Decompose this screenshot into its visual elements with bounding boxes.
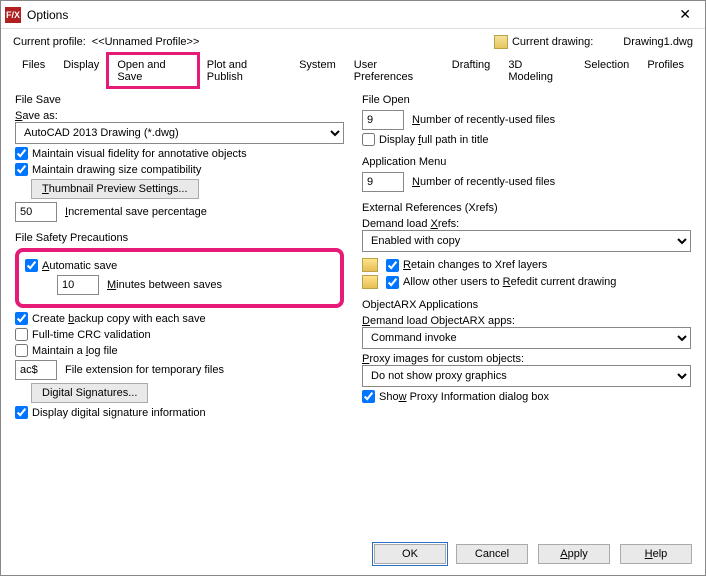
full-path-checkbox[interactable] (362, 133, 375, 146)
show-proxy-checkbox[interactable] (362, 390, 375, 403)
current-profile-value: <<Unnamed Profile>> (92, 36, 494, 48)
temp-ext-label: File extension for temporary files (65, 364, 224, 376)
recent-files-open-input[interactable] (362, 110, 404, 130)
group-file-safety: File Safety Precautions Automatic save M… (15, 232, 344, 419)
cancel-button[interactable]: Cancel (456, 544, 528, 564)
tab-profiles[interactable]: Profiles (638, 54, 693, 87)
minutes-between-saves-input[interactable] (57, 275, 99, 295)
help-button[interactable]: Help (620, 544, 692, 564)
incremental-save-label: Incremental save percentage (65, 206, 207, 218)
tab-bar: Files Display Open and Save Plot and Pub… (1, 53, 705, 86)
group-application-menu: Application Menu Number of recently-used… (362, 156, 691, 192)
temp-ext-input[interactable] (15, 360, 57, 380)
incremental-save-input[interactable] (15, 202, 57, 222)
app-icon: F/X (5, 7, 21, 23)
demand-load-xrefs-select[interactable]: Enabled with copy (362, 230, 691, 252)
log-file-label: Maintain a log file (32, 345, 118, 357)
save-as-select[interactable]: AutoCAD 2013 Drawing (*.dwg) (15, 122, 344, 144)
show-proxy-label: Show Proxy Information dialog box (379, 391, 549, 403)
titlebar: F/X Options ✕ (1, 1, 705, 29)
window-title: Options (27, 8, 671, 22)
log-file-checkbox[interactable] (15, 344, 28, 357)
current-drawing-label: Current drawing: (512, 36, 593, 48)
display-signature-label: Display digital signature information (32, 407, 206, 419)
demand-load-arx-select[interactable]: Command invoke (362, 327, 691, 349)
tab-drafting[interactable]: Drafting (443, 54, 500, 87)
maintain-compat-checkbox[interactable] (15, 163, 28, 176)
tab-open-and-save[interactable]: Open and Save (108, 54, 197, 87)
create-backup-label: Create backup copy with each save (32, 313, 206, 325)
close-icon[interactable]: ✕ (671, 4, 699, 25)
file-open-title: File Open (362, 94, 691, 106)
allow-refedit-checkbox[interactable] (386, 276, 399, 289)
recent-files-open-label: Number of recently-used files (412, 114, 555, 126)
automatic-save-label: Automatic save (42, 260, 117, 272)
full-path-label: Display full path in title (379, 134, 488, 146)
automatic-save-checkbox[interactable] (25, 259, 38, 272)
ok-button[interactable]: OK (374, 544, 446, 564)
demand-load-xrefs-label: Demand load Xrefs: (362, 218, 691, 230)
save-as-label: Save as: (15, 110, 344, 122)
tab-3d-modeling[interactable]: 3D Modeling (499, 54, 575, 87)
autosave-highlight: Automatic save Minutes between saves (15, 248, 344, 308)
tab-plot-and-publish[interactable]: Plot and Publish (198, 54, 290, 87)
crc-checkbox[interactable] (15, 328, 28, 341)
current-drawing-value: Drawing1.dwg (623, 36, 693, 48)
profile-row: Current profile: <<Unnamed Profile>> Cur… (1, 29, 705, 53)
create-backup-checkbox[interactable] (15, 312, 28, 325)
tab-selection[interactable]: Selection (575, 54, 638, 87)
maintain-compat-label: Maintain drawing size compatibility (32, 164, 201, 176)
file-safety-title: File Safety Precautions (15, 232, 344, 244)
recent-files-menu-label: Number of recently-used files (412, 176, 555, 188)
proxy-images-select[interactable]: Do not show proxy graphics (362, 365, 691, 387)
apply-button[interactable]: Apply (538, 544, 610, 564)
digital-signatures-button[interactable]: Digital Signatures... (31, 383, 148, 403)
group-file-open: File Open Number of recently-used files … (362, 94, 691, 146)
xref-icon (362, 275, 378, 289)
tab-display[interactable]: Display (54, 54, 108, 87)
demand-load-arx-label: Demand load ObjectARX apps: (362, 315, 691, 327)
minutes-between-saves-label: Minutes between saves (107, 279, 222, 291)
drawing-icon (494, 35, 508, 49)
maintain-visual-checkbox[interactable] (15, 147, 28, 160)
retain-xref-checkbox[interactable] (386, 259, 399, 272)
allow-refedit-label: Allow other users to Refedit current dra… (403, 276, 616, 288)
xref-icon (362, 258, 378, 272)
retain-xref-label: Retain changes to Xref layers (403, 259, 547, 271)
proxy-images-label: Proxy images for custom objects: (362, 353, 691, 365)
tab-system[interactable]: System (290, 54, 345, 87)
thumbnail-preview-button[interactable]: Thumbnail Preview Settings... (31, 179, 199, 199)
dialog-footer: OK Cancel Apply Help (0, 534, 706, 576)
tab-user-preferences[interactable]: User Preferences (345, 54, 443, 87)
display-signature-checkbox[interactable] (15, 406, 28, 419)
recent-files-menu-input[interactable] (362, 172, 404, 192)
crc-label: Full-time CRC validation (32, 329, 151, 341)
current-profile-label: Current profile: (13, 36, 86, 48)
tab-files[interactable]: Files (13, 54, 54, 87)
file-save-title: File Save (15, 94, 344, 106)
group-xrefs: External References (Xrefs) Demand load … (362, 202, 691, 289)
objectarx-title: ObjectARX Applications (362, 299, 691, 311)
group-objectarx: ObjectARX Applications Demand load Objec… (362, 299, 691, 403)
maintain-visual-label: Maintain visual fidelity for annotative … (32, 148, 247, 160)
application-menu-title: Application Menu (362, 156, 691, 168)
xrefs-title: External References (Xrefs) (362, 202, 691, 214)
group-file-save: File Save Save as: AutoCAD 2013 Drawing … (15, 94, 344, 222)
